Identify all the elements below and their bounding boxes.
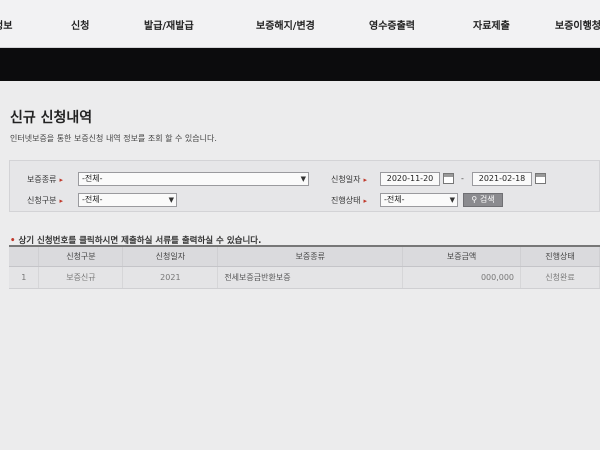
guarantee-type-label: 보증종류 ▸	[27, 175, 63, 184]
calendar-icon[interactable]	[535, 173, 546, 184]
nav-item-info[interactable]: 정보	[0, 17, 12, 32]
chevron-down-icon: ▼	[168, 196, 174, 204]
arrow-icon: ▸	[59, 176, 63, 184]
date-to-input[interactable]: 2021-02-18	[472, 172, 532, 186]
cell-status: 신청완료	[520, 266, 600, 289]
status-select[interactable]: -전체- ▼	[380, 193, 458, 207]
cell-apply-type[interactable]: 보증신규	[38, 266, 124, 289]
nav-item-cancel-change[interactable]: 보증해지/변경	[256, 17, 315, 32]
nav-item-claim[interactable]: 보증이행청	[555, 17, 600, 32]
col-header-status: 진행상태	[520, 245, 600, 267]
page-title: 신규 신청내역	[10, 110, 93, 126]
page-description: 인터넷보증을 통한 보증신청 내역 정보를 조회 할 수 있습니다.	[10, 134, 217, 143]
table-header-row: 신청구분 신청일자 보증종류 보증금액 진행상태	[9, 245, 600, 267]
col-header-guarantee-type: 보증종류	[217, 245, 404, 267]
arrow-icon: ▸	[363, 197, 367, 205]
col-header-apply-type: 신청구분	[38, 245, 124, 267]
nav-item-issue[interactable]: 발급/재발급	[144, 17, 194, 32]
search-panel: 보증종류 ▸ -전체- ▼ 신청구분 ▸ -전체- ▼ 신청일자 ▸ 2020-11-20…	[9, 160, 600, 212]
nav-item-submit-docs[interactable]: 자료제출	[473, 17, 510, 32]
table-row[interactable]: 1 보증신규 2021 전세보증금반환보증 000,000 신청완료	[9, 266, 600, 289]
nav-item-receipt[interactable]: 영수증출력	[369, 17, 415, 32]
arrow-icon: ▸	[59, 197, 63, 205]
main-content: 신규 신청내역 인터넷보증을 통한 보증신청 내역 정보를 조회 할 수 있습니…	[0, 81, 600, 450]
application-table: 신청구분 신청일자 보증종류 보증금액 진행상태 1 보증신규 2021 전세보…	[9, 245, 600, 289]
col-header-apply-date: 신청일자	[122, 245, 219, 267]
cell-guarantee-type: 전세보증금반환보증	[217, 266, 404, 289]
col-header-amount: 보증금액	[402, 245, 522, 267]
arrow-icon: ▸	[363, 176, 367, 184]
calendar-icon[interactable]	[443, 173, 454, 184]
date-separator: -	[461, 174, 464, 183]
cell-apply-date: 2021	[122, 266, 219, 289]
header-band	[0, 48, 600, 81]
search-button[interactable]: ⚲ 검색	[463, 193, 503, 207]
nav-item-apply[interactable]: 신청	[71, 17, 89, 32]
date-from-input[interactable]: 2020-11-20	[380, 172, 440, 186]
cell-amount: 000,000	[402, 266, 522, 289]
guarantee-type-select[interactable]: -전체- ▼	[78, 172, 309, 186]
search-icon: ⚲	[471, 195, 478, 204]
apply-type-label: 신청구분 ▸	[27, 196, 63, 205]
apply-date-label: 신청일자 ▸	[331, 175, 367, 184]
chevron-down-icon: ▼	[449, 196, 455, 204]
cell-no: 1	[9, 266, 40, 289]
apply-type-select[interactable]: -전체- ▼	[78, 193, 177, 207]
col-header-no	[9, 245, 40, 267]
chevron-down-icon: ▼	[300, 175, 306, 183]
status-label: 진행상태 ▸	[331, 196, 367, 205]
top-navigation: 정보 신청 발급/재발급 보증해지/변경 영수증출력 자료제출 보증이행청	[0, 0, 600, 48]
